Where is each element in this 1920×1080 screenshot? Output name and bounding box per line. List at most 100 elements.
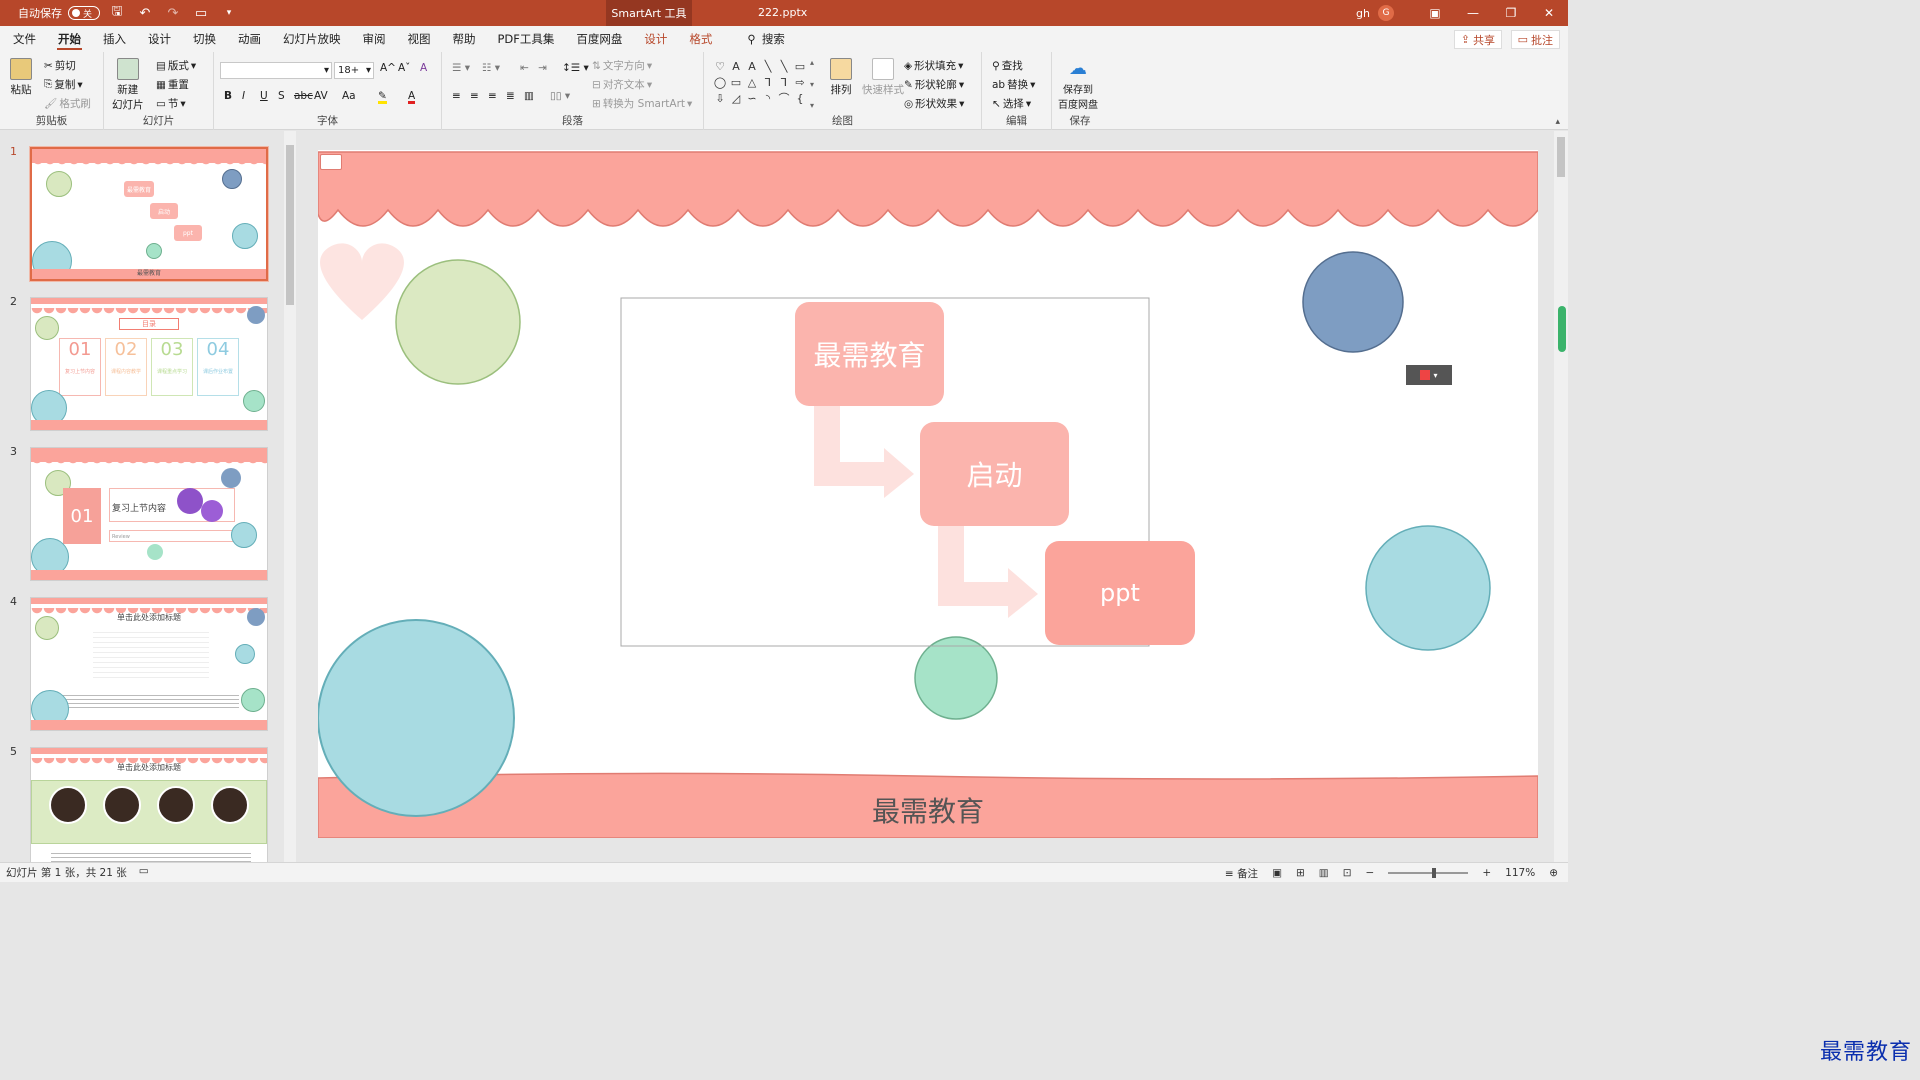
- zoom-out-icon[interactable]: −: [1366, 867, 1375, 879]
- zoom-slider-thumb[interactable]: [1432, 868, 1437, 878]
- tab-review[interactable]: 审阅: [352, 26, 397, 52]
- thumbnail-scrollbar[interactable]: [284, 131, 296, 862]
- save-icon[interactable]: 🖫: [106, 2, 128, 24]
- slide-thumbnail-4[interactable]: 单击此处添加标题: [30, 597, 268, 731]
- shapes-scroll[interactable]: ▴ ▾ ▾: [810, 58, 814, 110]
- shapes-gallery[interactable]: ♡ A A ╲ ╲ ▭ ◯ ▭ △ ⅂ ⅂ ⇨ ⇩ ◿ ∽ ◝ ⌒{: [712, 58, 812, 106]
- slide-thumbnail-3[interactable]: 01 复习上节内容 Review: [30, 447, 268, 581]
- font-color-icon[interactable]: A: [408, 90, 416, 104]
- sorter-view-icon[interactable]: ⊞: [1296, 867, 1305, 879]
- justify-icon[interactable]: ≣: [506, 90, 515, 102]
- section-button[interactable]: ▭ 节 ▾: [156, 96, 186, 111]
- increase-indent-icon[interactable]: ⇥: [538, 62, 547, 74]
- fit-slide-icon[interactable]: ⊕: [1549, 867, 1558, 879]
- present-icon[interactable]: ▭: [190, 2, 212, 24]
- line2-icon[interactable]: ╲: [776, 58, 792, 74]
- arc-icon[interactable]: ◝: [760, 90, 776, 106]
- zoom-level[interactable]: 117%: [1505, 867, 1535, 879]
- cut-button[interactable]: ✂ 剪切: [44, 58, 76, 73]
- avatar[interactable]: G: [1378, 5, 1394, 21]
- elbow-icon[interactable]: ⅂: [760, 74, 776, 90]
- line-icon[interactable]: ╲: [760, 58, 776, 74]
- tab-transitions[interactable]: 切换: [182, 26, 227, 52]
- align-left-icon[interactable]: ≡: [452, 90, 461, 102]
- scroll-thumb[interactable]: [286, 145, 294, 305]
- tab-smartart-design[interactable]: 设计: [633, 26, 678, 52]
- slide-canvas[interactable]: 最需教育 启动 ppt 最需教育 ▾: [318, 150, 1538, 838]
- normal-view-icon[interactable]: ▣: [1272, 867, 1282, 879]
- comment-marker-icon[interactable]: [320, 154, 342, 170]
- triangle-shape-icon[interactable]: △: [744, 74, 760, 90]
- arrange-button[interactable]: 排列: [830, 58, 852, 97]
- ribbon-display-icon[interactable]: ▣: [1416, 0, 1454, 26]
- tab-help[interactable]: 帮助: [442, 26, 487, 52]
- underline-button[interactable]: U: [260, 90, 268, 102]
- smartart-box-3[interactable]: ppt: [1045, 541, 1195, 645]
- tab-design[interactable]: 设计: [137, 26, 182, 52]
- italic-button[interactable]: I: [242, 90, 245, 102]
- slide-thumbnail-2[interactable]: 目录 01 复习上节内容 02 课程内容教学 03 课程重点学习 04 课后作业布置: [30, 297, 268, 431]
- zoom-slider[interactable]: [1388, 868, 1469, 878]
- distribute-icon[interactable]: ▥: [524, 90, 534, 102]
- shape-effects-button[interactable]: ◎ 形状效果 ▾: [904, 96, 964, 111]
- clear-format-button[interactable]: A: [420, 62, 427, 74]
- numbering-icon[interactable]: ☷ ▾: [482, 62, 500, 74]
- align-right-icon[interactable]: ≡: [488, 90, 497, 102]
- spellcheck-icon[interactable]: ▭: [139, 865, 149, 880]
- curve-icon[interactable]: ∽: [744, 90, 760, 106]
- reset-button[interactable]: ▦ 重置: [156, 77, 189, 92]
- notes-button[interactable]: ≡ 备注: [1225, 866, 1258, 881]
- close-icon[interactable]: ✕: [1530, 0, 1568, 26]
- tab-animations[interactable]: 动画: [227, 26, 272, 52]
- comment-button[interactable]: ▭ 批注: [1510, 30, 1560, 49]
- find-button[interactable]: ⚲ 查找: [992, 58, 1023, 73]
- arc2-icon[interactable]: ⌒: [776, 90, 792, 106]
- restore-icon[interactable]: ❐: [1492, 0, 1530, 26]
- replace-button[interactable]: ab 替换 ▾: [992, 77, 1035, 92]
- collapse-ribbon-icon[interactable]: ▴: [1555, 117, 1560, 127]
- shape-outline-button[interactable]: ✎ 形状轮廓 ▾: [904, 77, 964, 92]
- slide-scrollbar[interactable]: [1554, 131, 1568, 862]
- quick-styles-button[interactable]: 快速样式: [862, 58, 904, 97]
- slideshow-view-icon[interactable]: ⊡: [1343, 867, 1352, 879]
- redo-icon[interactable]: ↷: [162, 2, 184, 24]
- tab-view[interactable]: 视图: [397, 26, 442, 52]
- elbow2-icon[interactable]: ⅂: [776, 74, 792, 90]
- decrease-indent-icon[interactable]: ⇤: [520, 62, 529, 74]
- convert-smartart-button[interactable]: ⊞ 转换为 SmartArt ▾: [592, 96, 692, 111]
- tab-home[interactable]: 开始: [47, 26, 92, 52]
- user-name[interactable]: gh: [1356, 7, 1370, 20]
- arrow-shape-icon[interactable]: ⇨: [792, 74, 808, 90]
- tab-smartart-format[interactable]: 格式: [678, 26, 723, 52]
- down-arrow-shape-icon[interactable]: ⇩: [712, 90, 728, 106]
- line-spacing-icon[interactable]: ↕☰ ▾: [562, 62, 589, 74]
- shrink-font-button[interactable]: Aˇ: [398, 62, 410, 74]
- smartart-box-2[interactable]: 启动: [920, 422, 1069, 526]
- select-button[interactable]: ↖ 选择 ▾: [992, 96, 1031, 111]
- freeform-icon[interactable]: ◿: [728, 90, 744, 106]
- tab-insert[interactable]: 插入: [92, 26, 137, 52]
- vtextbox-icon[interactable]: A: [744, 58, 760, 74]
- autosave-toggle[interactable]: 关: [68, 6, 100, 20]
- heart-shape-icon[interactable]: ♡: [712, 58, 728, 74]
- layout-button[interactable]: ▤ 版式 ▾: [156, 58, 196, 73]
- shadow-button[interactable]: S: [278, 90, 285, 102]
- align-text-button[interactable]: ⊟ 对齐文本 ▾: [592, 77, 652, 92]
- customize-qat-icon[interactable]: ▾: [218, 2, 240, 24]
- zoom-in-icon[interactable]: +: [1482, 867, 1491, 879]
- side-handle[interactable]: [1558, 306, 1566, 352]
- slide-thumbnail-1[interactable]: 最需教育 启动 ppt 最需教育: [29, 146, 269, 282]
- copy-button[interactable]: ⎘ 复制 ▾: [44, 77, 83, 92]
- grow-font-button[interactable]: A^: [380, 62, 396, 74]
- slide-thumbnail-5[interactable]: 单击此处添加标题: [30, 747, 268, 862]
- text-direction-button[interactable]: ⇅ 文字方向 ▾: [592, 58, 652, 73]
- char-spacing-button[interactable]: AV: [314, 90, 328, 102]
- scroll-thumb[interactable]: [1557, 137, 1565, 177]
- search-box[interactable]: ⚲ 搜索: [747, 31, 784, 47]
- tab-pdf-tools[interactable]: PDF工具集: [487, 26, 566, 52]
- font-family-combo[interactable]: ▾: [220, 62, 332, 79]
- new-slide-button[interactable]: 新建 幻灯片: [112, 58, 144, 112]
- ime-toolbar[interactable]: ▾: [1406, 365, 1452, 385]
- share-button[interactable]: ⇪ 共享: [1453, 30, 1502, 49]
- tab-file[interactable]: 文件: [2, 26, 47, 52]
